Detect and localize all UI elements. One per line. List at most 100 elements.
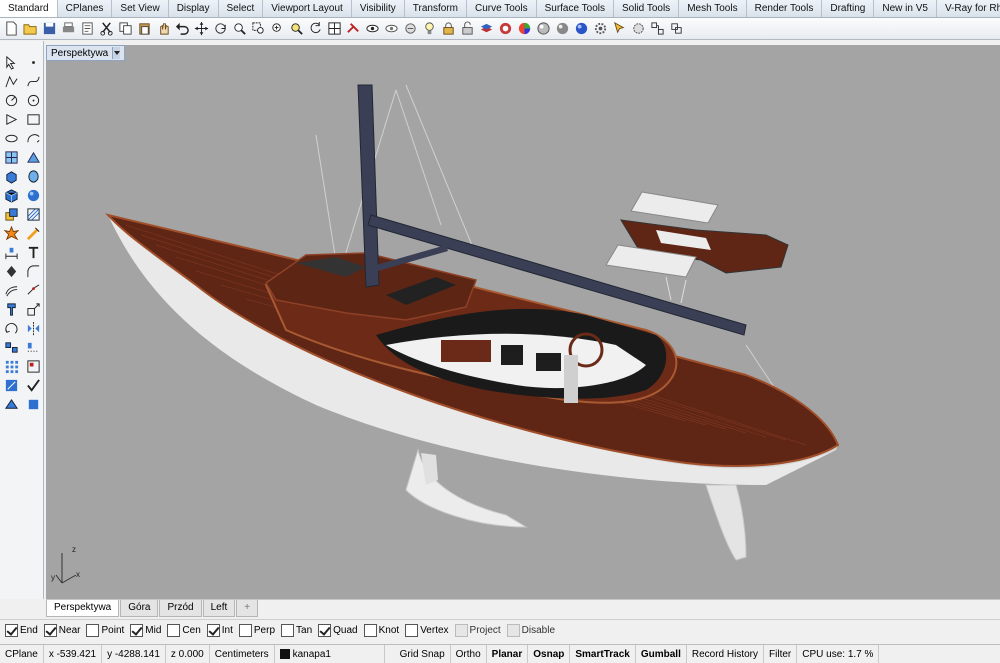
layer-indicator[interactable]: kanapa1 [275, 645, 385, 663]
zoom-extents-icon[interactable] [268, 20, 286, 38]
color-wheel-icon[interactable] [515, 20, 533, 38]
rotate-view-icon[interactable] [211, 20, 229, 38]
object-properties-icon[interactable] [496, 20, 514, 38]
options-gear-icon[interactable] [591, 20, 609, 38]
chevron-down-icon[interactable] [112, 47, 121, 59]
osnap-checkbox[interactable] [363, 624, 377, 637]
unlock-icon[interactable] [458, 20, 476, 38]
grid-snap-toggle[interactable]: Grid Snap [395, 645, 451, 663]
add-viewport-tab[interactable]: + [236, 600, 259, 617]
block-icon[interactable] [667, 20, 685, 38]
osnap-checkbox[interactable] [454, 624, 468, 637]
array-icon[interactable] [2, 338, 21, 356]
toolbar-tab-mesh-tools[interactable]: Mesh Tools [679, 0, 747, 17]
new-file-icon[interactable] [2, 20, 20, 38]
osnap-int[interactable]: Int [206, 624, 233, 637]
toolbar-tab-new-in-v5[interactable]: New in V5 [874, 0, 937, 17]
analyze-icon[interactable] [2, 376, 21, 394]
free-curve-icon[interactable] [24, 129, 43, 147]
filter-button[interactable]: Filter [764, 645, 798, 663]
extrude-icon[interactable] [2, 167, 21, 185]
toolbar-tab-viewport-layout[interactable]: Viewport Layout [263, 0, 352, 17]
layer-icon[interactable] [477, 20, 495, 38]
move-tool-icon[interactable] [2, 300, 21, 318]
viewport-tab-0[interactable]: Perspektywa [46, 600, 120, 617]
osnap-project[interactable]: Project [454, 624, 501, 637]
rectangle-icon[interactable] [24, 110, 43, 128]
tools-icon[interactable] [344, 20, 362, 38]
toolbar-tab-transform[interactable]: Transform [404, 0, 467, 17]
boolean-icon[interactable] [2, 205, 21, 223]
array-linear-icon[interactable] [24, 338, 43, 356]
toolbar-tab-cplanes[interactable]: CPlanes [57, 0, 113, 17]
viewport-title-tab[interactable]: Perspektywa [46, 45, 126, 61]
toolbar-tab-visibility[interactable]: Visibility [351, 0, 405, 17]
toolbar-tab-solid-tools[interactable]: Solid Tools [614, 0, 680, 17]
toolbar-tab-set-view[interactable]: Set View [112, 0, 169, 17]
point-icon[interactable] [24, 53, 43, 71]
record-history-toggle[interactable]: Record History [687, 645, 765, 663]
osnap-mid[interactable]: Mid [130, 624, 161, 637]
group-icon[interactable] [24, 357, 43, 375]
perspective-viewport[interactable]: z x y Perspektywa [46, 45, 1000, 599]
toolbar-tab-v-ray-for-rhino[interactable]: V-Ray for Rhino [936, 0, 1000, 17]
render-icon[interactable] [553, 20, 571, 38]
toolbar-tab-surface-tools[interactable]: Surface Tools [536, 0, 614, 17]
osnap-point[interactable]: Point [86, 624, 124, 637]
ellipse-icon[interactable] [2, 129, 21, 147]
osnap-checkbox[interactable] [506, 624, 520, 637]
copy-icon[interactable] [116, 20, 134, 38]
osnap-vertex[interactable]: Vertex [405, 624, 449, 637]
arc-icon[interactable] [24, 91, 43, 109]
osnap-quad[interactable]: Quad [318, 624, 358, 637]
planar-toggle[interactable]: Planar [487, 645, 529, 663]
save-icon[interactable] [40, 20, 58, 38]
join-icon[interactable] [24, 281, 43, 299]
render-tool-icon[interactable] [2, 395, 21, 413]
grid-squares-icon[interactable] [648, 20, 666, 38]
surface-icon[interactable] [2, 148, 21, 166]
explode-icon[interactable] [2, 224, 21, 242]
osnap-checkbox[interactable] [405, 624, 419, 637]
move-icon[interactable] [192, 20, 210, 38]
viewport-tab-3[interactable]: Left [202, 600, 236, 617]
select-arrow-icon[interactable] [2, 53, 21, 71]
four-viewports-icon[interactable] [325, 20, 343, 38]
toolbar-tab-curve-tools[interactable]: Curve Tools [466, 0, 537, 17]
viewport-tab-1[interactable]: Góra [120, 600, 159, 617]
snap-gear-icon[interactable] [629, 20, 647, 38]
toolbar-tab-display[interactable]: Display [168, 0, 219, 17]
osnap-checkbox[interactable] [318, 624, 332, 637]
curve-icon[interactable] [24, 72, 43, 90]
hand-pan-icon[interactable] [154, 20, 172, 38]
osnap-checkbox[interactable] [43, 624, 57, 637]
osnap-checkbox[interactable] [86, 624, 100, 637]
osnap-disable[interactable]: Disable [506, 624, 555, 637]
toolbar-tab-render-tools[interactable]: Render Tools [746, 0, 823, 17]
mesh-icon[interactable] [24, 205, 43, 223]
osnap-checkbox[interactable] [206, 624, 220, 637]
revolve-icon[interactable] [24, 167, 43, 185]
drafting-icon[interactable] [24, 395, 43, 413]
show-icon[interactable] [382, 20, 400, 38]
cut-icon[interactable] [97, 20, 115, 38]
properties-icon[interactable] [78, 20, 96, 38]
sphere-icon[interactable] [24, 186, 43, 204]
osnap-checkbox[interactable] [167, 624, 181, 637]
offset-icon[interactable] [2, 281, 21, 299]
osnap-knot[interactable]: Knot [363, 624, 399, 637]
osnap-end[interactable]: End [5, 624, 38, 637]
open-file-icon[interactable] [21, 20, 39, 38]
polyline-icon[interactable] [2, 72, 21, 90]
osnap-checkbox[interactable] [130, 624, 144, 637]
dimension-icon[interactable] [2, 243, 21, 261]
zoom-window-icon[interactable] [249, 20, 267, 38]
ortho-toggle[interactable]: Ortho [451, 645, 487, 663]
hatch-icon[interactable] [2, 262, 21, 280]
grid-array-icon[interactable] [2, 357, 21, 375]
check-icon[interactable] [24, 376, 43, 394]
undo-icon[interactable] [173, 20, 191, 38]
text-icon[interactable] [24, 243, 43, 261]
osnap-cen[interactable]: Cen [167, 624, 201, 637]
circle-icon[interactable] [2, 91, 21, 109]
